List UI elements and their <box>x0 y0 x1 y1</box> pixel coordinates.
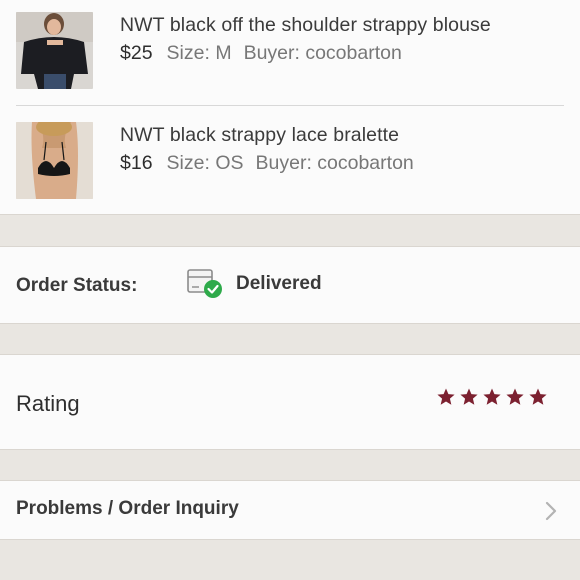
item-meta: $16 Size: OS Buyer: cocobarton <box>120 152 414 175</box>
star-icon <box>505 387 525 407</box>
box-check-icon <box>186 267 224 299</box>
star-icon <box>528 387 548 407</box>
order-status-value: Delivered <box>236 273 322 294</box>
item-price: $16 <box>120 152 153 174</box>
star-icon <box>436 387 456 407</box>
rating-stars <box>433 387 548 409</box>
item-meta: $25 Size: M Buyer: cocobarton <box>120 42 402 65</box>
item-price: $25 <box>120 42 153 64</box>
problems-order-inquiry-label[interactable]: Problems / Order Inquiry <box>16 498 239 520</box>
item-title[interactable]: NWT black off the shoulder strappy blous… <box>120 14 491 37</box>
problems-order-inquiry-row[interactable]: Problems / Order Inquiry <box>0 480 580 540</box>
order-status-row: Order Status: Delivered <box>0 246 580 324</box>
order-status-label: Order Status: <box>16 275 138 296</box>
star-icon <box>482 387 502 407</box>
item-title[interactable]: NWT black strappy lace bralette <box>120 124 399 147</box>
item-size: Size: OS <box>166 152 244 174</box>
item-size: Size: M <box>166 42 232 64</box>
rating-row: Rating <box>0 354 580 450</box>
list-item[interactable]: NWT black strappy lace bralette $16 Size:… <box>0 106 580 214</box>
star-icon <box>459 387 479 407</box>
list-item[interactable]: NWT black off the shoulder strappy blous… <box>0 0 580 105</box>
chevron-right-icon[interactable] <box>544 500 558 522</box>
product-thumbnail-bralette[interactable] <box>16 122 93 199</box>
order-items-list: NWT black off the shoulder strappy blous… <box>0 0 580 215</box>
rating-label: Rating <box>16 391 80 416</box>
item-buyer: Buyer: cocobarton <box>255 152 414 174</box>
item-buyer: Buyer: cocobarton <box>243 42 402 64</box>
product-thumbnail-blouse[interactable] <box>16 12 93 89</box>
